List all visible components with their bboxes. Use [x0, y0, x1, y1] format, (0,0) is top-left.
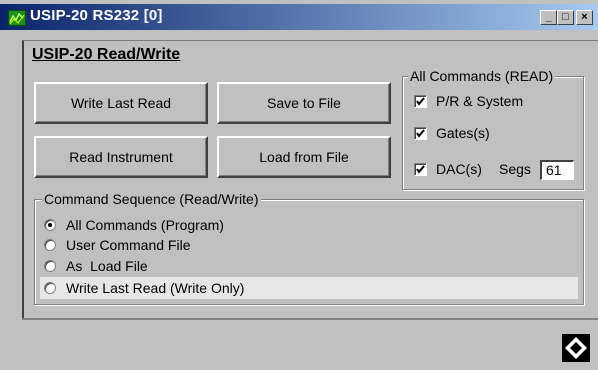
- radio-all-commands[interactable]: All Commands (Program): [44, 217, 224, 233]
- all-commands-label: All Commands (READ): [408, 68, 556, 84]
- radio-button[interactable]: [44, 260, 56, 272]
- radio-label: All Commands (Program): [66, 217, 224, 233]
- checkbox-label: Gates(s): [436, 125, 490, 141]
- window-title: USIP-20 RS232 [0]: [30, 7, 163, 24]
- section-title: USIP-20 Read/Write: [32, 46, 181, 63]
- read-instrument-button[interactable]: Read Instrument: [34, 136, 208, 178]
- checkbox-dacs[interactable]: DAC(s): [414, 161, 482, 177]
- title-bar[interactable]: USIP-20 RS232 [0] _ □ ×: [0, 4, 598, 30]
- radio-as-load-file[interactable]: As Load File: [44, 258, 148, 274]
- segs-label: Segs: [499, 161, 531, 177]
- checkbox-label: P/R & System: [436, 93, 524, 109]
- minimize-button[interactable]: _: [540, 10, 557, 25]
- radio-label: User Command File: [66, 237, 191, 253]
- load-from-file-button[interactable]: Load from File: [217, 136, 391, 178]
- checkmark-icon: [416, 164, 425, 174]
- radio-button[interactable]: [44, 282, 56, 294]
- command-sequence-label: Command Sequence (Read/Write): [42, 191, 261, 207]
- checkbox-box[interactable]: [414, 126, 427, 140]
- segs-input[interactable]: 61: [540, 160, 574, 180]
- checkbox-gates[interactable]: Gates(s): [414, 125, 490, 141]
- write-last-read-button[interactable]: Write Last Read: [34, 82, 208, 124]
- app-window: USIP-20 RS232 [0] _ □ × USIP-20 Read/Wri…: [0, 0, 598, 370]
- checkbox-label: DAC(s): [436, 161, 482, 177]
- maximize-button[interactable]: □: [557, 10, 574, 25]
- radio-button[interactable]: [44, 219, 56, 231]
- checkbox-box[interactable]: [414, 94, 427, 108]
- checkmark-icon: [416, 128, 425, 138]
- radio-selected-dot: [48, 223, 52, 227]
- radio-label: Write Last Read (Write Only): [66, 280, 245, 296]
- checkbox-box[interactable]: [414, 162, 427, 176]
- save-to-file-button[interactable]: Save to File: [217, 82, 391, 124]
- checkmark-icon: [416, 96, 425, 106]
- radio-write-last-read[interactable]: Write Last Read (Write Only): [44, 280, 244, 296]
- app-logo-icon: [8, 10, 26, 26]
- radio-user-command-file[interactable]: User Command File: [44, 237, 190, 253]
- close-button[interactable]: ×: [576, 10, 593, 25]
- checkbox-pr-system[interactable]: P/R & System: [414, 93, 523, 109]
- radio-button[interactable]: [44, 239, 56, 251]
- radio-label: As Load File: [66, 258, 148, 274]
- resize-grip-icon[interactable]: [562, 334, 590, 362]
- panel-divider: [22, 318, 598, 320]
